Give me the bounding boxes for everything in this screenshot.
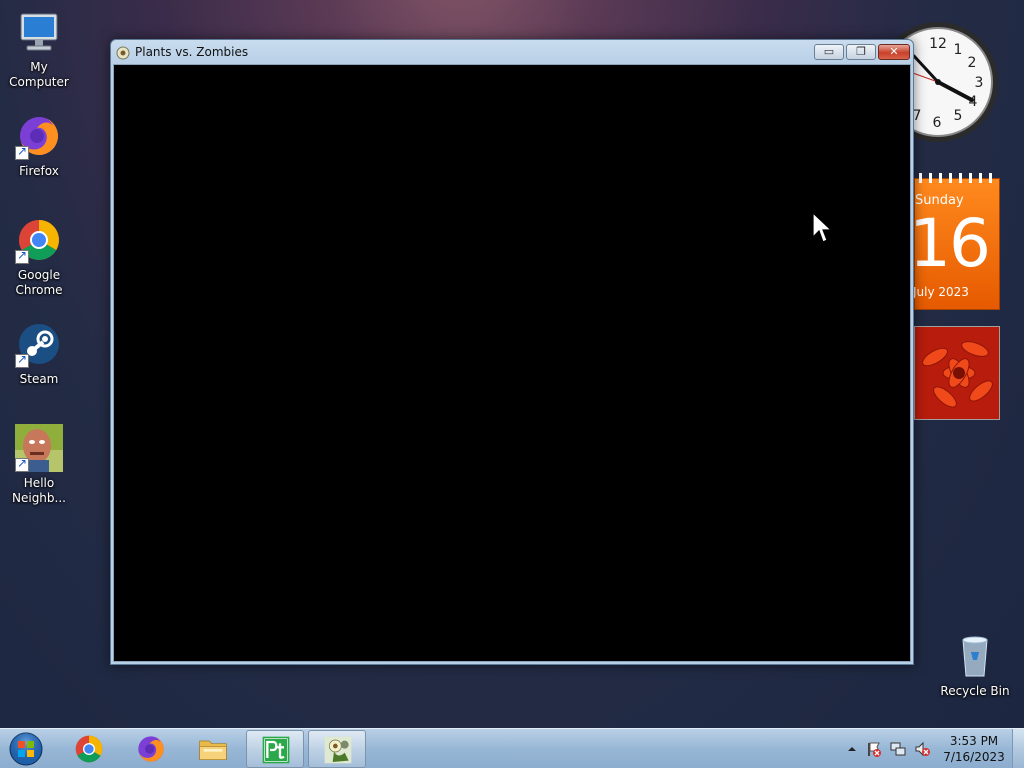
window-titlebar[interactable]: Plants vs. Zombies ▭ ❐ ✕ xyxy=(111,40,913,64)
show-hidden-icons-button[interactable] xyxy=(844,741,860,757)
taskbar: 3:53 PM 7/16/2023 xyxy=(0,728,1024,768)
desktop-icon-google-chrome[interactable]: Google Chrome xyxy=(0,216,78,298)
firefox-icon xyxy=(15,112,63,160)
recycle-bin-icon xyxy=(951,632,999,680)
taskbar-explorer-button[interactable] xyxy=(184,730,242,768)
tray-clock-time[interactable]: 3:53 PM xyxy=(940,734,1008,748)
system-tray: 3:53 PM 7/16/2023 xyxy=(840,729,1020,768)
slideshow-gadget[interactable] xyxy=(914,326,1000,420)
desktop-icon-steam[interactable]: Steam xyxy=(0,320,78,387)
network-icon xyxy=(890,742,906,756)
hello-neighbor-icon xyxy=(15,424,63,472)
chrome-icon xyxy=(15,216,63,264)
minimize-icon: ▭ xyxy=(823,45,835,58)
game-canvas[interactable] xyxy=(113,64,911,662)
desktop-icon-label: Hello Neighb... xyxy=(12,476,66,505)
calendar-month: July 2023 xyxy=(913,285,969,299)
shortcut-arrow-icon xyxy=(15,144,29,160)
network-button[interactable] xyxy=(890,741,906,757)
clock-numeral: 2 xyxy=(968,55,977,71)
volume-button[interactable] xyxy=(914,741,930,757)
desktop-icon-recycle-bin[interactable]: Recycle Bin xyxy=(936,632,1014,699)
clock-numeral: 1 xyxy=(954,42,963,58)
plants-vs-zombies-icon xyxy=(116,45,130,60)
start-orb-icon xyxy=(9,732,43,766)
desktop-icon-label: Steam xyxy=(19,372,59,386)
taskbar-pt-button[interactable] xyxy=(246,730,304,768)
desktop-icon-firefox[interactable]: Firefox xyxy=(0,112,78,179)
flower-photo xyxy=(915,327,999,419)
app-window[interactable]: Plants vs. Zombies ▭ ❐ ✕ xyxy=(110,39,914,665)
maximize-icon: ❐ xyxy=(856,45,866,58)
shortcut-arrow-icon xyxy=(15,352,29,368)
calendar-rings xyxy=(919,173,992,183)
taskbar-chrome-button[interactable] xyxy=(60,730,118,768)
clock-numeral: 5 xyxy=(954,108,963,124)
chrome-icon xyxy=(75,735,103,763)
window-title: Plants vs. Zombies xyxy=(135,45,249,59)
computer-icon xyxy=(15,8,63,56)
calendar-gadget[interactable]: Sunday 16 July 2023 xyxy=(909,173,1000,310)
shortcut-arrow-icon xyxy=(15,456,29,472)
mouse-cursor-icon xyxy=(812,211,834,246)
desktop-icon-hello-neighbor[interactable]: Hello Neighb... xyxy=(0,424,78,506)
flag-icon xyxy=(868,742,881,757)
volume-muted-icon xyxy=(915,741,930,757)
explorer-icon xyxy=(199,740,227,760)
clock-numeral: 4 xyxy=(969,94,978,110)
taskbar-firefox-button[interactable] xyxy=(122,730,180,768)
clock-numeral: 3 xyxy=(975,75,984,91)
action-center-button[interactable] xyxy=(866,741,882,757)
pt-icon xyxy=(262,736,290,764)
desktop-icon-label: Firefox xyxy=(19,164,59,178)
close-button[interactable]: ✕ xyxy=(878,44,910,60)
steam-icon xyxy=(15,320,63,368)
clock-numeral: 12 xyxy=(929,36,947,52)
shortcut-arrow-icon xyxy=(15,248,29,264)
calendar-date: 16 xyxy=(909,205,991,282)
desktop-icon-label: Recycle Bin xyxy=(940,684,1010,698)
show-desktop-button[interactable] xyxy=(1012,729,1024,768)
chevron-up-icon xyxy=(848,747,856,751)
plants-vs-zombies-icon xyxy=(324,736,352,764)
clock-numeral: 6 xyxy=(933,115,942,131)
desktop-icon-label: Google Chrome xyxy=(15,268,63,297)
maximize-button[interactable]: ❐ xyxy=(846,44,876,60)
start-button[interactable] xyxy=(6,731,46,767)
close-icon: ✕ xyxy=(889,45,899,58)
minimize-button[interactable]: ▭ xyxy=(814,44,844,60)
desktop-icon-label: My Computer xyxy=(9,60,69,89)
tray-clock-date[interactable]: 7/16/2023 xyxy=(940,750,1008,764)
taskbar-plants-vs-zombies-button[interactable] xyxy=(308,730,366,768)
desktop-icon-my-computer[interactable]: My Computer xyxy=(0,8,78,90)
firefox-icon xyxy=(138,736,164,762)
